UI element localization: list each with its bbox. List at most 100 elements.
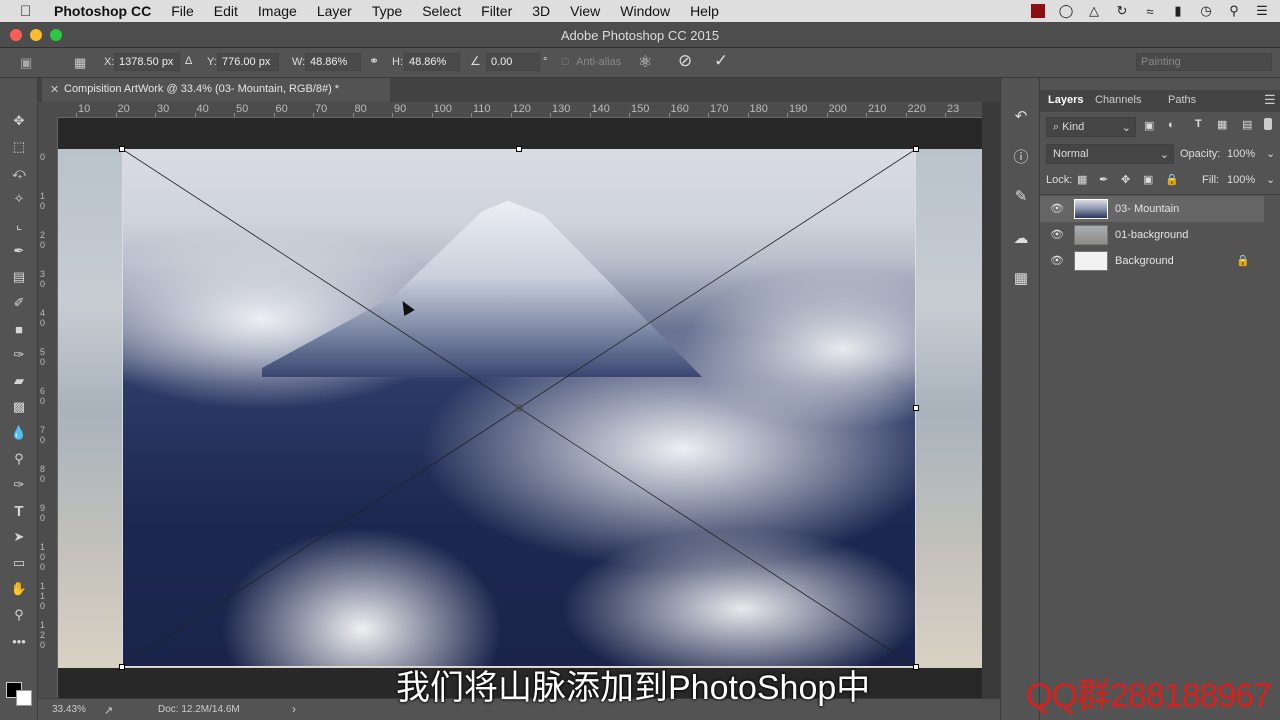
lock-position-icon[interactable]: ✥ [1121,173,1130,186]
filter-adjustment-icon[interactable]: ◐ [1168,119,1175,131]
y-field[interactable]: 776.00 px [217,53,279,71]
relative-position-icon[interactable]: Δ [185,55,192,67]
crop-tool-icon[interactable]: ⌞ [6,214,32,236]
menu-view[interactable]: View [570,3,600,19]
libraries-panel-icon[interactable]: ☁ [1009,226,1033,250]
menu-help[interactable]: Help [690,3,719,19]
fill-value[interactable]: 100% [1227,174,1255,186]
gradient-tool-icon[interactable]: ▩ [6,396,32,418]
zoom-tool-icon[interactable]: ⚲ [6,604,32,626]
hand-tool-icon[interactable]: ✋ [6,578,32,600]
close-tab-icon[interactable]: ✕ [50,83,59,96]
commit-transform-icon[interactable]: ✓ [714,51,728,71]
info-panel-icon[interactable]: ⓘ [1009,144,1033,168]
layer-row-01-background[interactable]: 👁 01-background [1040,222,1264,248]
filter-type-icon[interactable]: T [1195,118,1202,130]
lock-artboard-icon[interactable]: ▣ [1143,173,1153,186]
app-status-icon[interactable] [1030,4,1046,18]
menu-type[interactable]: Type [372,3,402,19]
transform-handle-bottom-right[interactable] [913,664,919,670]
battery-icon[interactable]: ▮ [1170,3,1186,18]
creative-cloud-icon[interactable]: ◯ [1058,3,1074,18]
quick-selection-tool-icon[interactable]: ✧ [6,188,32,210]
visibility-eye-icon[interactable]: 👁 [1050,228,1064,241]
blend-mode-select[interactable]: Normal ⌄ [1046,144,1174,164]
dodge-tool-icon[interactable]: ⚲ [6,448,32,470]
angle-field[interactable]: 0.00 [486,53,540,71]
zoom-level[interactable]: 33.43% [52,704,86,715]
marquee-tool-icon[interactable]: ⬚ [6,136,32,158]
canvas-area[interactable] [58,118,982,698]
menu-layer[interactable]: Layer [317,3,352,19]
free-transform-box[interactable] [122,149,916,667]
layer-filter-kind[interactable]: ⌕ Kind ⌄ [1046,117,1136,137]
history-brush-tool-icon[interactable]: ✑ [6,344,32,366]
history-panel-icon[interactable]: ↶ [1009,104,1033,128]
brush-tool-icon[interactable]: ✐ [6,292,32,314]
document-tab[interactable]: ✕ Compisition ArtWork @ 33.4% (03- Mount… [42,78,390,102]
cancel-transform-icon[interactable]: ⊘ [678,51,692,71]
transform-handle-top-right[interactable] [913,146,919,152]
transform-handle-top-left[interactable] [119,146,125,152]
link-icon[interactable]: ⚭ [369,54,379,68]
pen-tool-icon[interactable]: ✑ [6,474,32,496]
filter-pixel-icon[interactable]: ▣ [1144,119,1154,132]
blur-tool-icon[interactable]: 💧 [6,422,32,444]
apple-menu-icon[interactable]:  [20,3,40,20]
filter-smart-object-icon[interactable]: ▤ [1242,118,1252,131]
character-panel-icon[interactable]: ▦ [1009,266,1033,290]
menu-edit[interactable]: Edit [214,3,238,19]
panel-menu-icon[interactable]: ☰ [1264,92,1276,108]
filter-shape-icon[interactable]: ▦ [1217,118,1227,131]
transform-tool-icon[interactable]: ▣ [20,55,32,71]
rectangle-tool-icon[interactable]: ▭ [6,552,32,574]
menu-window[interactable]: Window [620,3,670,19]
more-tools-icon[interactable]: ••• [6,630,32,652]
x-field[interactable]: 1378.50 px [114,53,180,71]
status-menu-arrow[interactable]: › [292,702,296,716]
lock-image-icon[interactable]: ✒ [1099,173,1108,186]
notification-list-icon[interactable]: ☰ [1254,3,1270,18]
app-menu[interactable]: Photoshop CC [54,3,151,19]
wifi-icon[interactable]: ≈ [1142,4,1158,19]
menu-image[interactable]: Image [258,3,297,19]
tab-paths[interactable]: Paths [1168,94,1196,106]
export-icon[interactable]: ↗ [104,704,113,717]
vertical-ruler[interactable]: 0 1 0 2 0 3 0 4 0 5 0 6 0 7 0 8 0 9 0 1 0 0 1 1 0 1 … [38,118,58,698]
clone-stamp-tool-icon[interactable]: ■ [6,318,32,340]
menu-3d[interactable]: 3D [532,3,550,19]
fill-chevron-icon[interactable]: ⌄ [1266,173,1275,186]
brush-panel-icon[interactable]: ✎ [1009,184,1033,208]
height-field[interactable]: 48.86% [404,53,460,71]
reference-point-icon[interactable]: ▦ [74,55,86,71]
transform-handle-bottom-left[interactable] [119,664,125,670]
warp-mode-icon[interactable]: ⚛ [638,52,652,72]
type-tool-icon[interactable]: T [6,500,32,522]
menu-file[interactable]: File [171,3,194,19]
tab-channels[interactable]: Channels [1095,94,1141,106]
eraser-tool-icon[interactable]: ▰ [6,370,32,392]
visibility-eye-icon[interactable]: 👁 [1050,202,1064,215]
visibility-eye-icon[interactable]: 👁 [1050,254,1064,267]
healing-brush-tool-icon[interactable]: ▤ [6,266,32,288]
tab-layers[interactable]: Layers [1048,94,1083,106]
path-selection-tool-icon[interactable]: ➤ [6,526,32,548]
time-machine-icon[interactable]: ◷ [1198,3,1214,18]
lock-all-icon[interactable]: 🔒 [1165,173,1179,186]
transform-handle-right[interactable] [913,405,919,411]
move-tool-icon[interactable]: ✥ [6,110,32,132]
layer-name[interactable]: 01-background [1115,229,1188,241]
antialias-checkbox-icon[interactable]: □ [562,56,569,68]
eyedropper-tool-icon[interactable]: ✒ [6,240,32,262]
width-field[interactable]: 48.86% [305,53,361,71]
menu-filter[interactable]: Filter [481,3,512,19]
background-color-swatch[interactable] [16,690,32,706]
layer-row-background[interactable]: 👁 Background 🔒 [1040,248,1264,274]
workspace-switcher[interactable]: Painting [1136,53,1272,71]
layer-name[interactable]: Background [1115,255,1174,267]
drive-icon[interactable]: △ [1086,3,1102,18]
horizontal-ruler[interactable]: 10 20 30 40 50 60 70 80 90 100 110 120 130 140 150 160 1… [58,102,982,118]
lasso-tool-icon[interactable]: ⤽ [6,162,32,184]
opacity-value[interactable]: 100% [1227,148,1255,160]
menu-select[interactable]: Select [422,3,461,19]
